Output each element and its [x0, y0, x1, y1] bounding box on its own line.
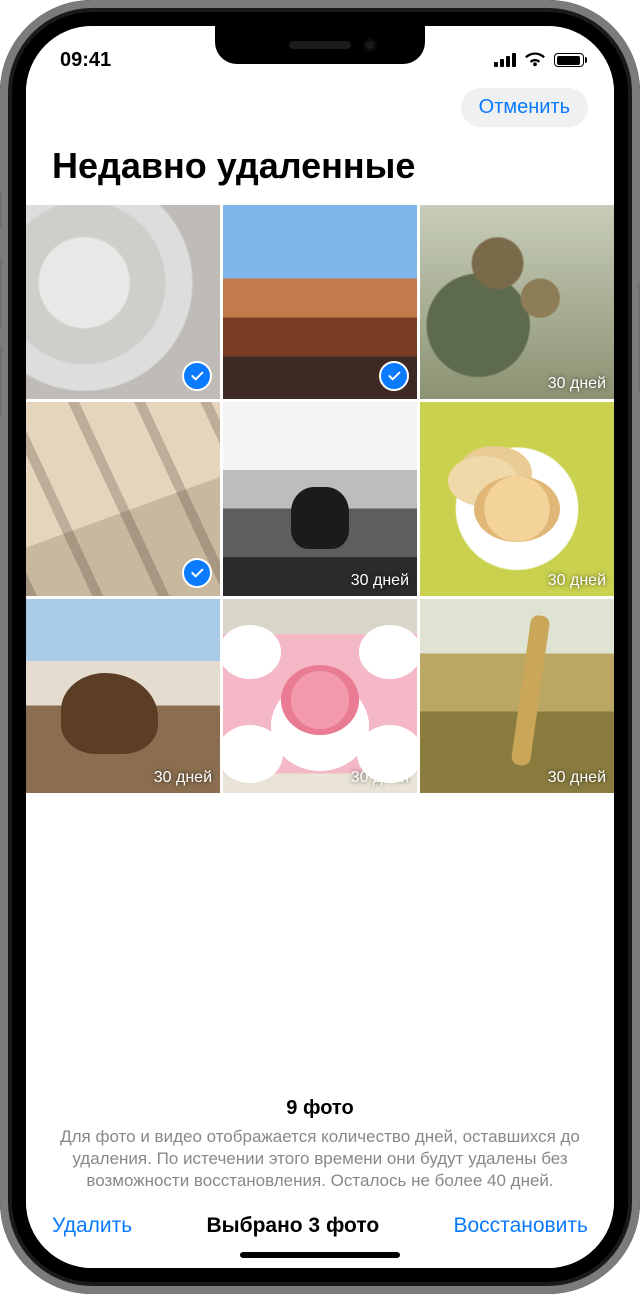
screen: 09:41 Отменить Недавно удаленные 30 дней — [26, 26, 614, 1268]
top-bar: Отменить — [26, 82, 614, 137]
photo-cell[interactable]: 30 дней — [26, 599, 220, 793]
photo-cell[interactable]: 30 дней — [420, 402, 614, 596]
cancel-button[interactable]: Отменить — [461, 88, 588, 127]
home-indicator[interactable] — [240, 1252, 400, 1258]
page-title: Недавно удаленные — [26, 137, 614, 205]
photo-cell[interactable] — [26, 402, 220, 596]
photo-cell[interactable] — [26, 205, 220, 399]
recover-button[interactable]: Восстановить — [454, 1214, 588, 1238]
wifi-icon — [524, 52, 546, 68]
photo-cell[interactable]: 30 дней — [223, 402, 417, 596]
photo-grid: 30 дней 30 дней 30 дней 30 дней 30 дней … — [26, 205, 614, 793]
days-badge: 30 дней — [548, 769, 606, 787]
status-right — [494, 52, 584, 68]
side-button — [0, 192, 2, 228]
phone-frame: 09:41 Отменить Недавно удаленные 30 дней — [0, 0, 640, 1294]
notch — [215, 26, 425, 64]
selection-status: Выбрано 3 фото — [207, 1214, 380, 1238]
photo-cell[interactable]: 30 дней — [223, 599, 417, 793]
photo-cell[interactable] — [223, 205, 417, 399]
photo-cell[interactable]: 30 дней — [420, 205, 614, 399]
cellular-icon — [494, 53, 516, 67]
status-time: 09:41 — [60, 49, 111, 72]
checkmark-icon — [379, 361, 409, 391]
delete-button[interactable]: Удалить — [52, 1214, 132, 1238]
checkmark-icon — [182, 361, 212, 391]
checkmark-icon — [182, 558, 212, 588]
summary-count: 9 фото — [60, 1097, 580, 1120]
days-badge: 30 дней — [548, 572, 606, 590]
summary: 9 фото Для фото и видео отображается кол… — [26, 1097, 614, 1214]
days-badge: 30 дней — [548, 375, 606, 393]
side-button — [0, 346, 2, 416]
photo-cell[interactable]: 30 дней — [420, 599, 614, 793]
summary-text: Для фото и видео отображается количество… — [60, 1126, 580, 1192]
spacer — [26, 793, 614, 1097]
bottom-toolbar: Удалить Выбрано 3 фото Восстановить — [26, 1214, 614, 1252]
days-badge: 30 дней — [351, 572, 409, 590]
battery-icon — [554, 53, 584, 67]
side-button — [0, 258, 2, 328]
days-badge: 30 дней — [154, 769, 212, 787]
days-badge: 30 дней — [351, 769, 409, 787]
